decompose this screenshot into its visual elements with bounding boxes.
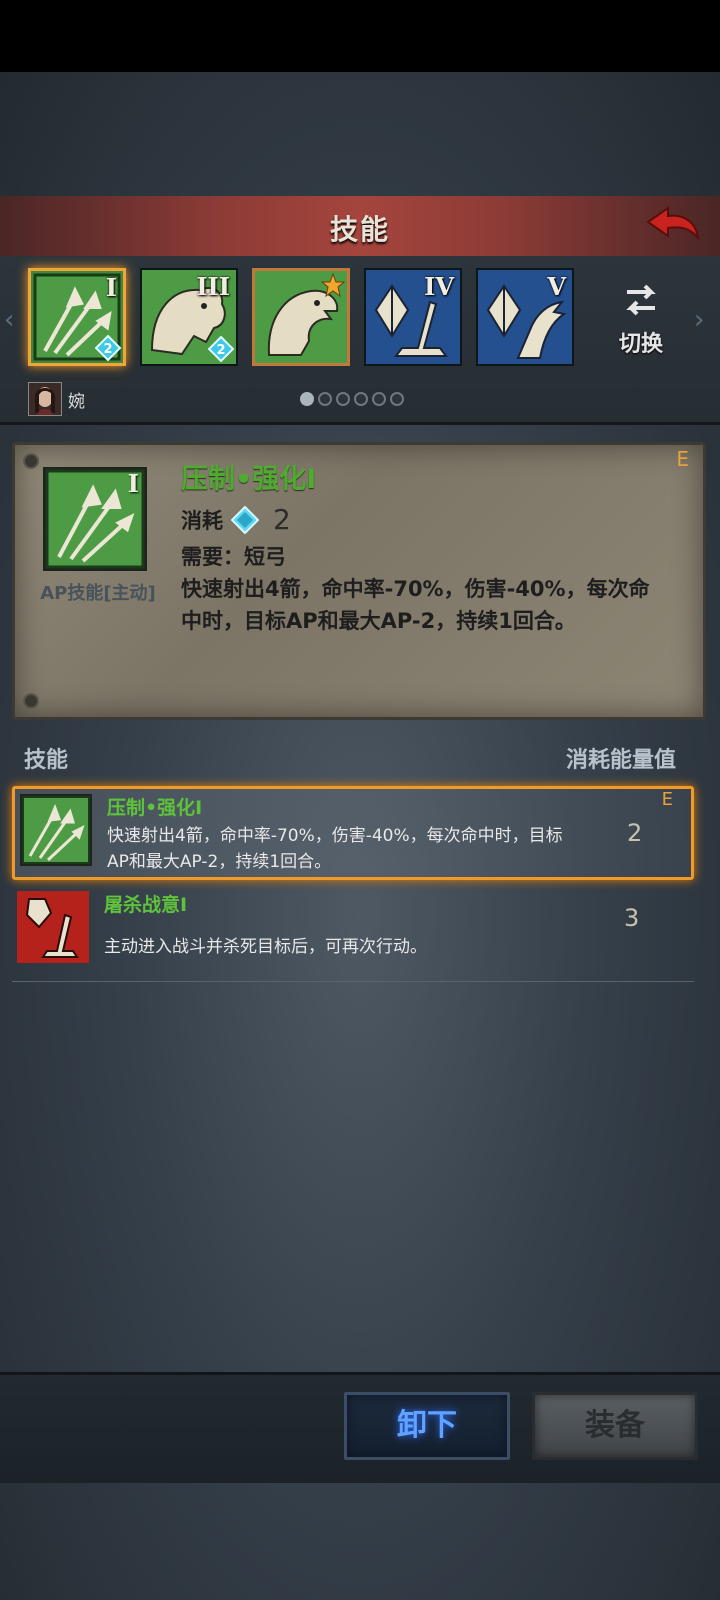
skill-list-item-description: 快速射出4箭，命中率-70%，伤害-40%，每次命中时，目标AP和最大AP-2，… [107, 826, 563, 872]
detail-description: 快速射出4箭，命中率-70%，伤害-40%，每次命中时，目标AP和最大AP-2，… [181, 577, 650, 633]
equip-button[interactable]: 装备 [532, 1392, 698, 1460]
cost-value: 2 [273, 503, 291, 536]
energy-crystal-icon: 2 [208, 336, 234, 362]
skill-list-item-cost: 3 [624, 904, 640, 932]
page-dot[interactable] [354, 392, 368, 406]
skill-list-item-cost: 2 [627, 819, 643, 847]
nail-icon [23, 693, 39, 709]
list-header-cost: 消耗能量值 [565, 748, 676, 773]
scroll-left-arrow-icon[interactable]: ‹ [4, 305, 14, 335]
back-arrow-icon[interactable] [644, 204, 700, 248]
skill-slot-5[interactable]: V [476, 268, 574, 366]
header-bar: 技能 [0, 196, 720, 258]
energy-crystal-icon: 2 [95, 335, 121, 361]
skill-slot-2[interactable]: III 2 [140, 268, 238, 366]
kill-sword-icon [17, 891, 89, 963]
page-dot[interactable] [372, 392, 386, 406]
detail-skill-title: 压制•强化I [181, 464, 317, 495]
skill-list-item-title: 压制•强化I [107, 797, 203, 819]
switch-button[interactable]: 切换 [606, 280, 676, 360]
ap-skill-type-label: AP技能[主动] [40, 583, 156, 604]
swap-arrows-icon [626, 284, 656, 316]
page-dot[interactable] [390, 392, 404, 406]
scroll-right-arrow-icon[interactable]: › [694, 305, 704, 335]
nail-icon [23, 453, 39, 469]
skill-list-item-title: 屠杀战意I [104, 894, 188, 916]
page-dot[interactable] [300, 392, 314, 406]
skill-list-item-grade: E [661, 789, 673, 810]
detail-cost-row: 消耗 2 [181, 503, 291, 536]
slot-rank-numeral: V [547, 272, 566, 301]
energy-crystal-icon [231, 505, 259, 534]
page-indicator [300, 392, 404, 406]
slot-rank-numeral: III [196, 272, 230, 301]
svg-text:2: 2 [216, 343, 225, 358]
skill-slot-3[interactable] [252, 268, 350, 366]
svg-text:2: 2 [103, 342, 112, 357]
skill-slot-1[interactable]: I 2 [28, 268, 126, 366]
cost-label: 消耗 [181, 508, 223, 533]
slot-rank-numeral: IV [424, 272, 454, 301]
skill-list-item[interactable]: 压制•强化I 快速射出4箭，命中率-70%，伤害-40%，每次命中时，目标AP和… [12, 786, 694, 880]
switch-label: 切换 [618, 332, 663, 357]
detail-rank-numeral: I [127, 469, 139, 498]
character-selector[interactable]: 婉 [28, 382, 85, 416]
character-name: 婉 [68, 391, 85, 412]
skill-detail-card: I AP技能[主动] 压制•强化I E 消耗 2 需要：短弓 快速射出4箭，命中… [12, 442, 706, 720]
character-portrait-avatar [28, 382, 62, 416]
unequip-button[interactable]: 卸下 [344, 1392, 510, 1460]
star-icon [321, 273, 345, 297]
page-dot[interactable] [336, 392, 350, 406]
detail-requirement: 需要：短弓 [181, 545, 286, 569]
skill-list-item-description: 主动进入战斗并杀死目标后，可再次行动。 [104, 937, 427, 957]
skill-list-item[interactable]: 屠杀战意I 主动进入战斗并杀死目标后，可再次行动。 3 [12, 886, 694, 982]
arrows-icon [20, 794, 92, 866]
slot-rank-numeral: I [105, 273, 117, 302]
detail-skill-icon: I [43, 467, 147, 571]
page-title: 技能 [329, 213, 390, 246]
detail-grade-badge: E [676, 447, 689, 471]
status-bar [0, 0, 720, 72]
page-dot[interactable] [318, 392, 332, 406]
list-header-skill: 技能 [24, 748, 69, 773]
skill-slot-4[interactable]: IV [364, 268, 462, 366]
